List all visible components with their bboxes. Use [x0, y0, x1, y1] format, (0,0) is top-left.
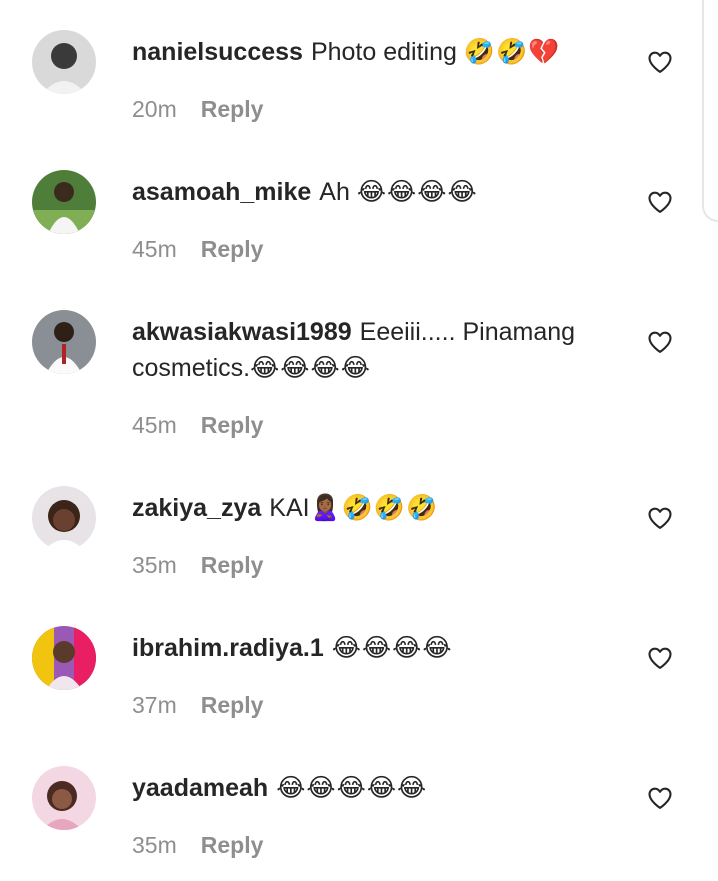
- comment-timestamp: 45m: [132, 412, 177, 438]
- reply-button[interactable]: Reply: [201, 96, 264, 122]
- avatar-image: [32, 626, 96, 690]
- heart-outline-icon: [648, 507, 672, 529]
- comment-text: nanielsuccess Photo editing 🤣🤣💔: [132, 34, 627, 70]
- comment-meta: 20m Reply: [132, 96, 263, 123]
- avatar[interactable]: [32, 310, 96, 374]
- comment-timestamp: 20m: [132, 96, 177, 122]
- comment-emoji: 😂😂😂😂: [356, 177, 478, 206]
- heart-outline-icon: [648, 647, 672, 669]
- like-button[interactable]: [646, 188, 674, 216]
- comment-username[interactable]: nanielsuccess: [132, 38, 303, 66]
- comment-timestamp: 35m: [132, 832, 177, 858]
- comment-message: Photo editing: [310, 38, 464, 66]
- comment-timestamp: 37m: [132, 692, 177, 718]
- heart-outline-icon: [648, 191, 672, 213]
- comment-username[interactable]: ibrahim.radiya.1: [132, 634, 324, 662]
- comment-message: Ah: [319, 178, 357, 206]
- comment-username[interactable]: yaadameah: [132, 774, 268, 802]
- comment-username[interactable]: akwasiakwasi1989: [132, 318, 352, 346]
- comment-emoji: 🤣🤣💔: [463, 37, 561, 66]
- comment-meta: 35m Reply: [132, 552, 263, 579]
- reply-button[interactable]: Reply: [201, 412, 264, 438]
- comments-list: nanielsuccess Photo editing 🤣🤣💔 20m Reply …: [0, 0, 718, 881]
- avatar[interactable]: [32, 30, 96, 94]
- comment-text: asamoah_mike Ah 😂😂😂😂: [132, 174, 627, 210]
- comment-meta: 45m Reply: [132, 236, 263, 263]
- comment-emoji: 😂😂😂😂: [250, 353, 371, 382]
- avatar[interactable]: [32, 766, 96, 830]
- comment-username[interactable]: asamoah_mike: [132, 178, 311, 206]
- avatar-image: [32, 766, 96, 830]
- avatar[interactable]: [32, 486, 96, 550]
- reply-button[interactable]: Reply: [201, 236, 264, 262]
- comment-meta: 35m Reply: [132, 832, 263, 859]
- avatar[interactable]: [32, 626, 96, 690]
- avatar-image: [32, 170, 96, 234]
- like-button[interactable]: [646, 644, 674, 672]
- avatar-image: [32, 30, 96, 94]
- comment-message: KAI: [269, 494, 310, 522]
- reply-button[interactable]: Reply: [201, 692, 264, 718]
- like-button[interactable]: [646, 48, 674, 76]
- comment-timestamp: 45m: [132, 236, 177, 262]
- avatar-image: [32, 310, 96, 374]
- like-button[interactable]: [646, 784, 674, 812]
- heart-outline-icon: [648, 51, 672, 73]
- comment-meta: 45m Reply: [132, 412, 263, 439]
- reply-button[interactable]: Reply: [201, 832, 264, 858]
- like-button[interactable]: [646, 504, 674, 532]
- comment-emoji: 😂😂😂😂😂: [276, 773, 428, 802]
- comment-text: zakiya_zya KAI🙎🏾‍♀️🤣🤣🤣: [132, 490, 627, 526]
- reply-button[interactable]: Reply: [201, 552, 264, 578]
- comment-emoji: 🙎🏾‍♀️🤣🤣🤣: [309, 493, 439, 522]
- comment-meta: 37m Reply: [132, 692, 263, 719]
- comment-text: yaadameah 😂😂😂😂😂: [132, 770, 627, 806]
- avatar-image: [32, 486, 96, 550]
- heart-outline-icon: [648, 787, 672, 809]
- heart-outline-icon: [648, 331, 672, 353]
- side-panel-edge: [702, 0, 718, 222]
- comment-text: ibrahim.radiya.1 😂😂😂😂: [132, 630, 627, 666]
- comment-text: akwasiakwasi1989 Eeeiii..... Pinamang cos…: [132, 314, 627, 386]
- comment-timestamp: 35m: [132, 552, 177, 578]
- comment-emoji: 😂😂😂😂: [331, 633, 453, 662]
- avatar[interactable]: [32, 170, 96, 234]
- like-button[interactable]: [646, 328, 674, 356]
- comment-username[interactable]: zakiya_zya: [132, 494, 261, 522]
